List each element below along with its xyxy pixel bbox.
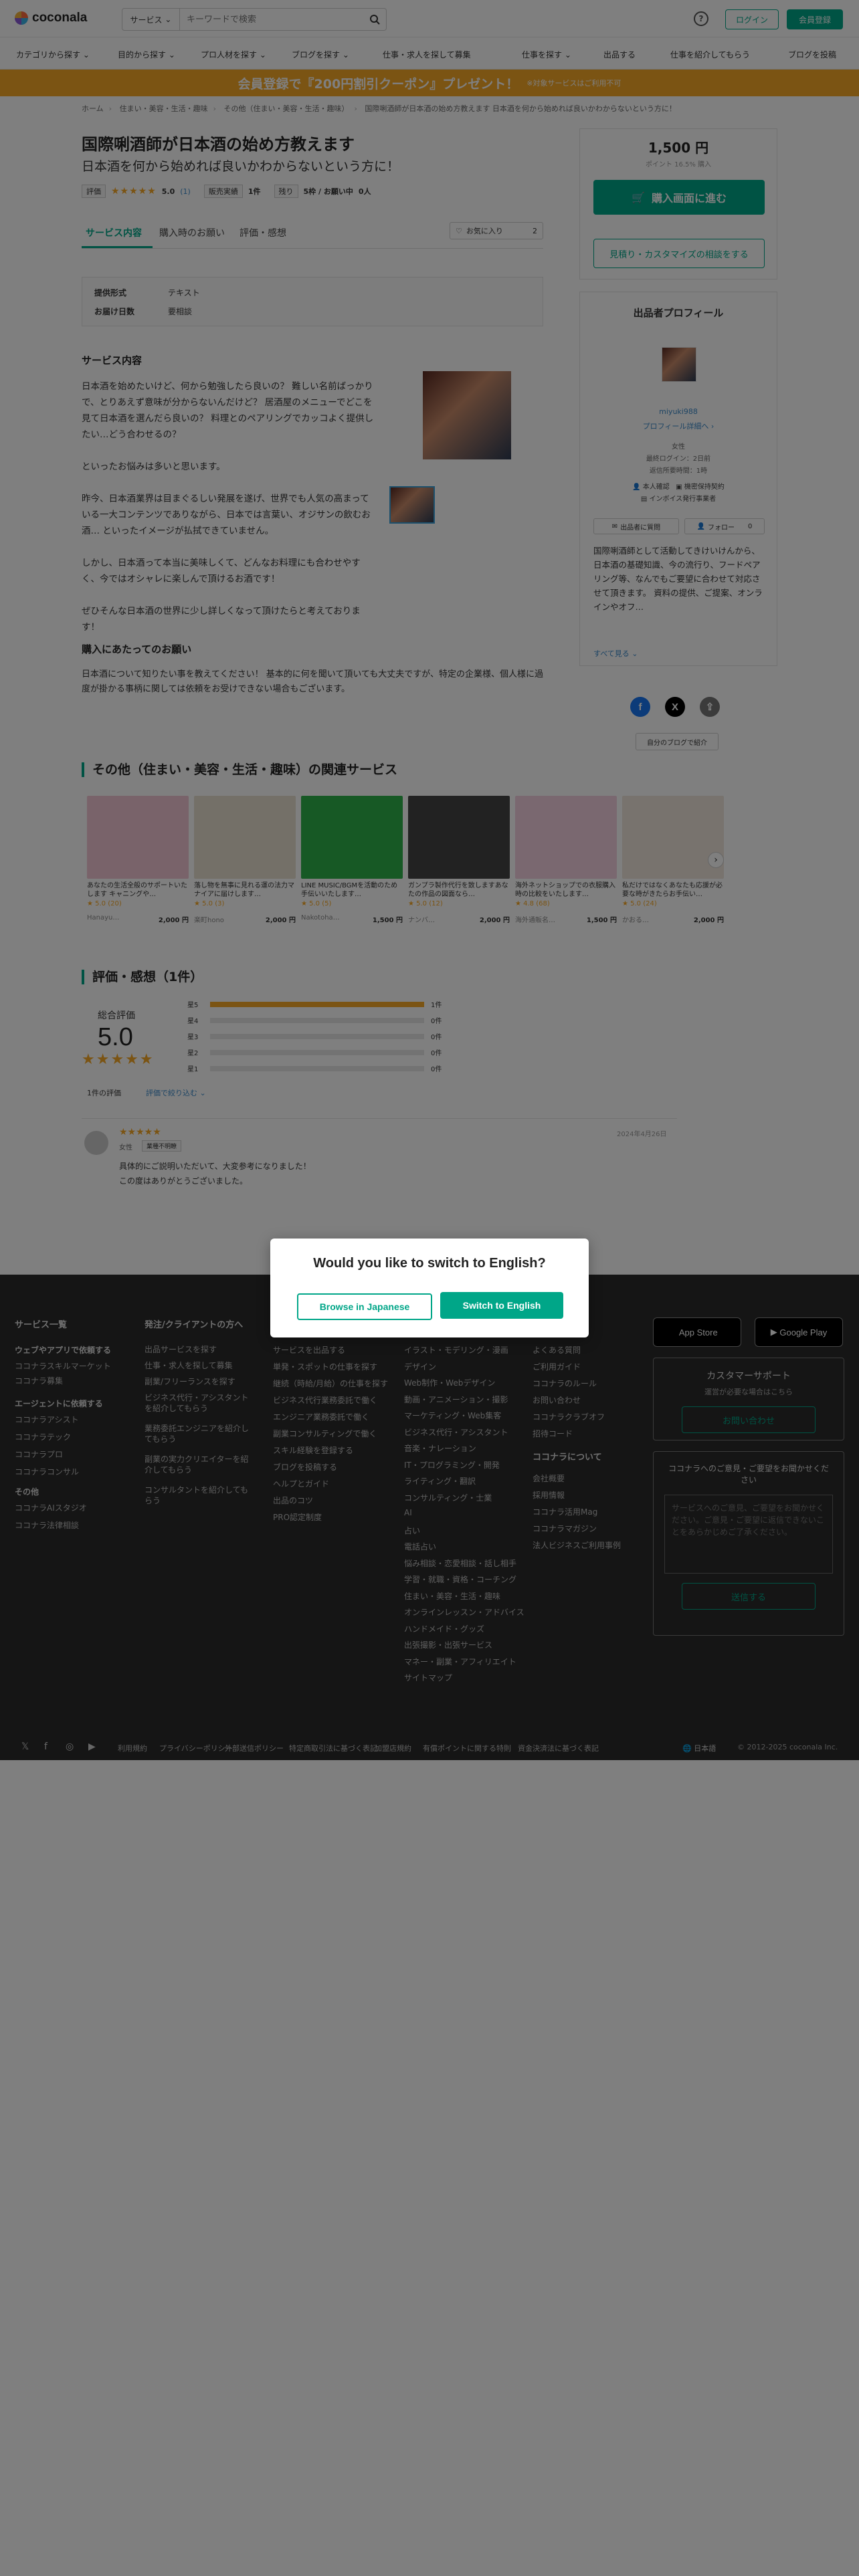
modal-title: Would you like to switch to English? [313, 1256, 546, 1271]
browse-japanese-button[interactable]: Browse in Japanese [297, 1293, 432, 1320]
language-switch-modal: Would you like to switch to English? Bro… [270, 1239, 589, 1337]
switch-english-button[interactable]: Switch to English [440, 1292, 563, 1319]
